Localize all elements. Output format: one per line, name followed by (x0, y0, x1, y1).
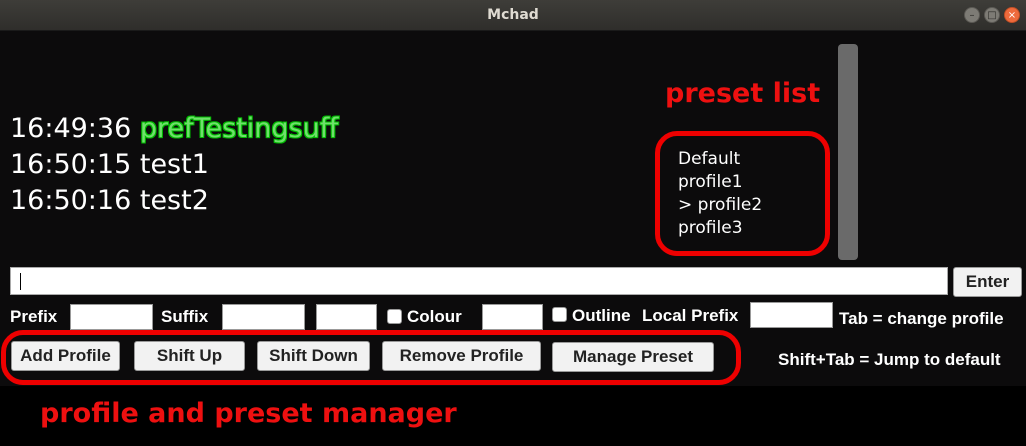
preset-scrollbar[interactable] (838, 44, 858, 260)
chat-message: prefTestingsuff (139, 113, 339, 144)
local-prefix-label: Local Prefix (642, 306, 739, 325)
colour-checkbox[interactable] (387, 309, 402, 324)
preset-list-highlight (655, 131, 830, 256)
add-profile-button[interactable]: Add Profile (11, 341, 120, 371)
preset-list-annotation: preset list (665, 78, 821, 109)
chat-message: test1 (139, 149, 209, 180)
shift-down-button[interactable]: Shift Down (257, 341, 370, 371)
tab-hint: Tab = change profile (839, 309, 1004, 328)
enter-button[interactable]: Enter (953, 267, 1022, 297)
manage-preset-button[interactable]: Manage Preset (552, 342, 714, 372)
chat-time: 16:50:16 (10, 185, 132, 216)
prefix-field[interactable] (70, 304, 153, 330)
local-prefix-field[interactable] (750, 302, 833, 328)
chat-message: test2 (139, 185, 209, 216)
chat-time: 16:49:36 (10, 113, 132, 144)
colour-field[interactable] (316, 304, 377, 330)
outline-label: Outline (572, 306, 631, 325)
window-title: Mchad (487, 7, 539, 23)
chat-time: 16:50:15 (10, 149, 132, 180)
prefix-label: Prefix (10, 307, 58, 326)
chat-line: 16:50:16 test2 (10, 185, 209, 216)
suffix-label: Suffix (161, 307, 209, 326)
title-bar: Mchad – □ × (0, 0, 1026, 31)
minimize-icon[interactable]: – (964, 7, 980, 23)
shift-tab-hint: Shift+Tab = Jump to default (778, 350, 1001, 369)
maximize-icon[interactable]: □ (984, 7, 1000, 23)
close-icon[interactable]: × (1004, 7, 1020, 23)
shift-up-button[interactable]: Shift Up (134, 341, 245, 371)
outline-field[interactable] (482, 304, 543, 330)
text-caret (20, 273, 21, 290)
manager-annotation: profile and preset manager (40, 398, 457, 429)
colour-label: Colour (407, 307, 462, 326)
remove-profile-button[interactable]: Remove Profile (382, 341, 541, 371)
chat-line: 16:50:15 test1 (10, 149, 209, 180)
message-input[interactable] (10, 267, 948, 295)
suffix-field[interactable] (222, 304, 305, 330)
chat-line: 16:49:36 prefTestingsuff (10, 113, 338, 144)
outline-checkbox[interactable] (552, 307, 567, 322)
